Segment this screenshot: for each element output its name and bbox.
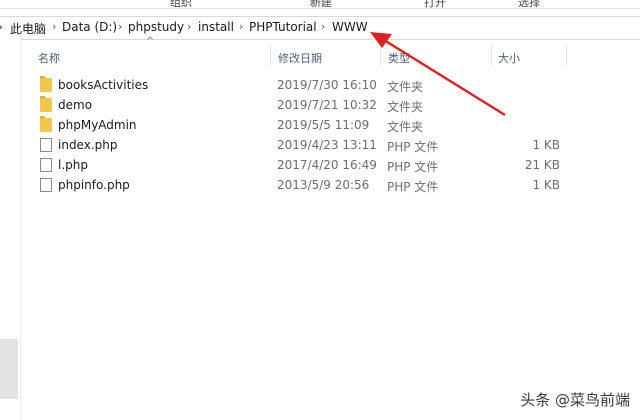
annotation-arrow-shaft [383,38,506,117]
watermark: 头条 @菜鸟前端 [520,391,630,409]
annotation-arrow-head [370,32,392,48]
annotation-arrow [370,32,506,117]
